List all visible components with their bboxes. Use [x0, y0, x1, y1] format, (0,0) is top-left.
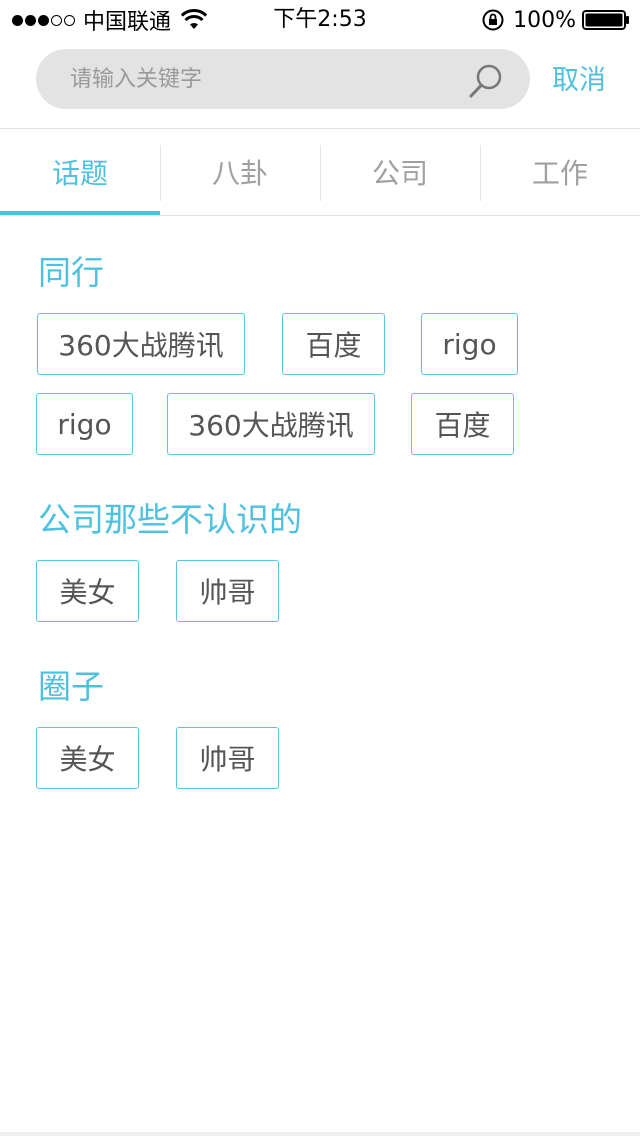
tab-topics[interactable]: 话题: [0, 129, 160, 215]
section-title-peers: 同行: [38, 253, 104, 292]
rotation-lock-icon: [482, 9, 504, 31]
cancel-button[interactable]: 取消: [552, 63, 624, 99]
tag-chip[interactable]: 美女: [36, 560, 139, 622]
status-right: 100%: [481, 6, 630, 34]
section-title-circle: 圈子: [38, 667, 104, 706]
tag-chip[interactable]: 360大战腾讯: [167, 393, 375, 455]
section-title-unknown-colleagues: 公司那些不认识的: [38, 500, 302, 539]
battery-percent: 100%: [513, 7, 576, 33]
tab-bar: 话题 八卦 公司 工作: [0, 129, 640, 215]
tag-chip[interactable]: 百度: [282, 313, 385, 375]
tag-chip[interactable]: rigo: [36, 393, 133, 455]
tag-chip[interactable]: 百度: [411, 393, 514, 455]
tab-gossip[interactable]: 八卦: [160, 129, 320, 215]
battery-icon: [582, 10, 629, 30]
search-input[interactable]: [70, 49, 470, 109]
tab-work[interactable]: 工作: [480, 129, 640, 215]
tab-separator: [160, 145, 161, 201]
search-icon[interactable]: [468, 63, 504, 99]
tab-bar-divider: [0, 215, 640, 216]
tab-separator: [320, 145, 321, 201]
tab-company[interactable]: 公司: [320, 129, 480, 215]
tag-chip[interactable]: rigo: [421, 313, 518, 375]
tab-separator: [480, 145, 481, 201]
search-bar: [36, 49, 530, 109]
bottom-edge: [0, 1132, 640, 1136]
tag-chip[interactable]: 帅哥: [176, 727, 279, 789]
tag-chip[interactable]: 帅哥: [176, 560, 279, 622]
status-bar: 中国联通 下午2:53 100%: [0, 0, 640, 40]
tag-chip[interactable]: 360大战腾讯: [37, 313, 245, 375]
tag-chip[interactable]: 美女: [36, 727, 139, 789]
